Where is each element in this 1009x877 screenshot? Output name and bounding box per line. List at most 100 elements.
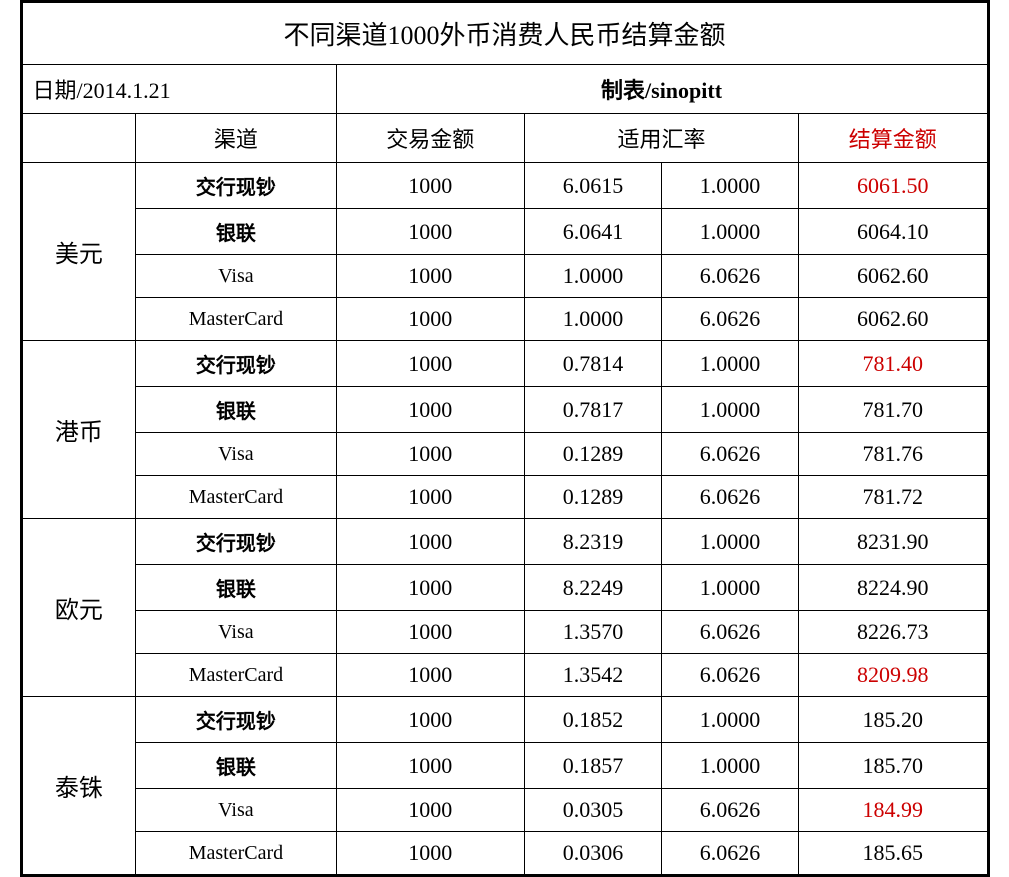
- table-row: MasterCard10000.03066.0626185.65: [22, 832, 987, 875]
- channel-cell: 银联: [136, 209, 336, 255]
- rate2-cell: 6.0626: [662, 255, 799, 298]
- rate1-cell: 1.3542: [524, 654, 661, 697]
- amount-cell: 1000: [336, 743, 524, 789]
- settlement-cell: 185.65: [799, 832, 987, 875]
- title-row: 不同渠道1000外币消费人民币结算金额: [22, 3, 987, 65]
- rate2-cell: 1.0000: [662, 565, 799, 611]
- settlement-cell: 8209.98: [799, 654, 987, 697]
- header-amount: 交易金额: [336, 114, 524, 163]
- rate2-cell: 1.0000: [662, 209, 799, 255]
- rate1-cell: 1.0000: [524, 255, 661, 298]
- amount-cell: 1000: [336, 832, 524, 875]
- settlement-cell: 781.76: [799, 433, 987, 476]
- channel-cell: Visa: [136, 433, 336, 476]
- date-label: 日期/2014.1.21: [22, 65, 336, 114]
- rate1-cell: 0.7814: [524, 341, 661, 387]
- settlement-cell: 6064.10: [799, 209, 987, 255]
- rate2-cell: 6.0626: [662, 476, 799, 519]
- amount-cell: 1000: [336, 341, 524, 387]
- rate2-cell: 1.0000: [662, 341, 799, 387]
- main-table-wrapper: 不同渠道1000外币消费人民币结算金额 日期/2014.1.21 制表/sino…: [20, 0, 990, 877]
- channel-cell: Visa: [136, 611, 336, 654]
- channel-cell: 交行现钞: [136, 163, 336, 209]
- header-currency: [22, 114, 136, 163]
- rate1-cell: 0.7817: [524, 387, 661, 433]
- rate2-cell: 6.0626: [662, 611, 799, 654]
- table-row: 银联10006.06411.00006064.10: [22, 209, 987, 255]
- rate2-cell: 1.0000: [662, 743, 799, 789]
- rate1-cell: 6.0641: [524, 209, 661, 255]
- settlement-cell: 8226.73: [799, 611, 987, 654]
- amount-cell: 1000: [336, 433, 524, 476]
- header-settlement: 结算金额: [799, 114, 987, 163]
- table-row: 欧元交行现钞10008.23191.00008231.90: [22, 519, 987, 565]
- meta-row: 日期/2014.1.21 制表/sinopitt: [22, 65, 987, 114]
- currency-cell-欧元: 欧元: [22, 519, 136, 697]
- table-row: 港币交行现钞10000.78141.0000781.40: [22, 341, 987, 387]
- settlement-cell: 6061.50: [799, 163, 987, 209]
- header-rate: 适用汇率: [524, 114, 798, 163]
- rate1-cell: 0.1857: [524, 743, 661, 789]
- amount-cell: 1000: [336, 519, 524, 565]
- amount-cell: 1000: [336, 565, 524, 611]
- channel-cell: 银联: [136, 387, 336, 433]
- table-row: 银联10000.78171.0000781.70: [22, 387, 987, 433]
- table-row: MasterCard10001.00006.06266062.60: [22, 298, 987, 341]
- rate1-cell: 8.2249: [524, 565, 661, 611]
- table-row: Visa10000.12896.0626781.76: [22, 433, 987, 476]
- amount-cell: 1000: [336, 163, 524, 209]
- channel-cell: 交行现钞: [136, 697, 336, 743]
- rate2-cell: 6.0626: [662, 654, 799, 697]
- amount-cell: 1000: [336, 654, 524, 697]
- amount-cell: 1000: [336, 476, 524, 519]
- channel-cell: 银联: [136, 565, 336, 611]
- channel-cell: 银联: [136, 743, 336, 789]
- amount-cell: 1000: [336, 387, 524, 433]
- channel-cell: 交行现钞: [136, 519, 336, 565]
- rate1-cell: 1.0000: [524, 298, 661, 341]
- amount-cell: 1000: [336, 697, 524, 743]
- amount-cell: 1000: [336, 789, 524, 832]
- rate1-cell: 0.1852: [524, 697, 661, 743]
- settlement-cell: 781.40: [799, 341, 987, 387]
- maker-label: 制表/sinopitt: [336, 65, 987, 114]
- rate1-cell: 0.0305: [524, 789, 661, 832]
- channel-cell: MasterCard: [136, 298, 336, 341]
- amount-cell: 1000: [336, 298, 524, 341]
- rate2-cell: 6.0626: [662, 789, 799, 832]
- amount-cell: 1000: [336, 209, 524, 255]
- channel-cell: Visa: [136, 789, 336, 832]
- header-row: 渠道 交易金额 适用汇率 结算金额: [22, 114, 987, 163]
- settlement-cell: 184.99: [799, 789, 987, 832]
- settlement-cell: 185.20: [799, 697, 987, 743]
- table-row: 美元交行现钞10006.06151.00006061.50: [22, 163, 987, 209]
- rate1-cell: 0.1289: [524, 433, 661, 476]
- rate2-cell: 6.0626: [662, 298, 799, 341]
- rate2-cell: 6.0626: [662, 832, 799, 875]
- amount-cell: 1000: [336, 255, 524, 298]
- amount-cell: 1000: [336, 611, 524, 654]
- rate2-cell: 6.0626: [662, 433, 799, 476]
- channel-cell: MasterCard: [136, 476, 336, 519]
- currency-cell-泰铢: 泰铢: [22, 697, 136, 875]
- channel-cell: MasterCard: [136, 832, 336, 875]
- table-row: Visa10001.00006.06266062.60: [22, 255, 987, 298]
- settlement-cell: 8224.90: [799, 565, 987, 611]
- settlement-cell: 781.70: [799, 387, 987, 433]
- rate2-cell: 1.0000: [662, 519, 799, 565]
- channel-cell: 交行现钞: [136, 341, 336, 387]
- rate2-cell: 1.0000: [662, 163, 799, 209]
- table-row: MasterCard10001.35426.06268209.98: [22, 654, 987, 697]
- currency-cell-美元: 美元: [22, 163, 136, 341]
- settlement-cell: 6062.60: [799, 255, 987, 298]
- table-title: 不同渠道1000外币消费人民币结算金额: [22, 3, 987, 65]
- channel-cell: Visa: [136, 255, 336, 298]
- settlement-cell: 8231.90: [799, 519, 987, 565]
- rate1-cell: 8.2319: [524, 519, 661, 565]
- table-row: 泰铢交行现钞10000.18521.0000185.20: [22, 697, 987, 743]
- settlement-cell: 781.72: [799, 476, 987, 519]
- table-row: MasterCard10000.12896.0626781.72: [22, 476, 987, 519]
- table-row: 银联10000.18571.0000185.70: [22, 743, 987, 789]
- rate1-cell: 0.1289: [524, 476, 661, 519]
- settlement-cell: 6062.60: [799, 298, 987, 341]
